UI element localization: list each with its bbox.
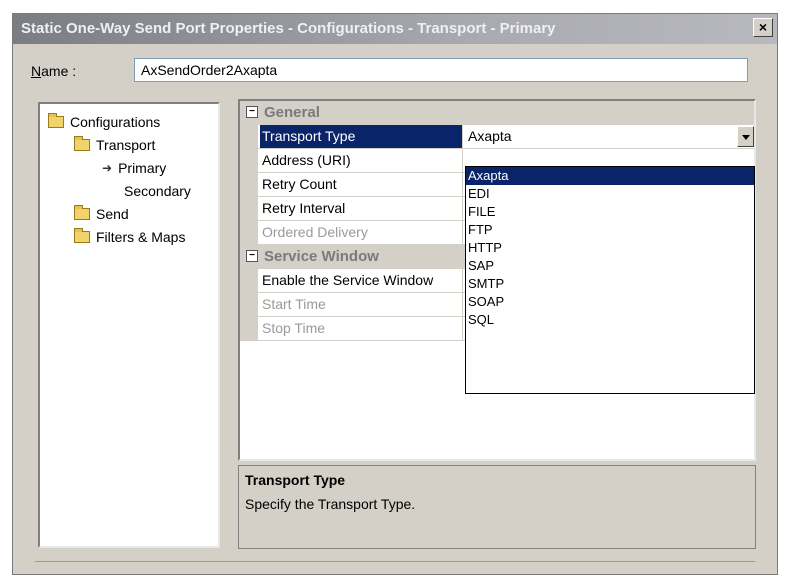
name-label-accelerator: N — [31, 63, 42, 79]
description-title: Transport Type — [245, 472, 346, 488]
dropdown-option-http[interactable]: HTTP — [466, 239, 754, 257]
row-gutter — [240, 269, 258, 292]
tree-item-configurations[interactable]: Configurations — [48, 113, 161, 130]
prop-name: Transport Type — [260, 125, 463, 148]
row-gutter — [240, 125, 258, 148]
tree-item-secondary[interactable]: Secondary — [124, 183, 191, 199]
dropdown-option-smtp[interactable]: SMTP — [466, 275, 754, 293]
name-input[interactable] — [134, 58, 748, 82]
row-gutter — [240, 149, 258, 172]
tree-item-label: Secondary — [124, 183, 191, 199]
name-label-rest: ame : — [41, 63, 77, 79]
dropdown-option-sql[interactable]: SQL — [466, 311, 754, 329]
description-text: Specify the Transport Type. — [245, 496, 416, 512]
folder-open-icon — [74, 136, 90, 151]
prop-row-transport-type[interactable]: Transport Type Axapta — [240, 125, 754, 149]
folder-icon — [74, 228, 90, 243]
tree-item-filters-maps[interactable]: Filters & Maps — [74, 228, 186, 245]
prop-name: Address (URI) — [260, 149, 463, 172]
tree-item-label: Transport — [96, 137, 156, 153]
row-gutter — [240, 317, 258, 340]
title-bar: Static One-Way Send Port Properties - Co… — [13, 14, 777, 44]
divider — [35, 561, 755, 562]
tree-item-primary[interactable]: ➜ Primary — [102, 160, 166, 176]
transport-type-select[interactable]: Axapta — [464, 125, 754, 148]
prop-name: Retry Count — [260, 173, 463, 196]
prop-name: Enable the Service Window — [260, 269, 463, 292]
dropdown-option-ftp[interactable]: FTP — [466, 221, 754, 239]
folder-open-icon — [48, 113, 64, 128]
configuration-tree: Configurations Transport ➜ Primary Secon… — [38, 102, 220, 548]
tree-item-transport[interactable]: Transport — [74, 136, 156, 153]
row-gutter — [240, 293, 258, 316]
properties-dialog: Static One-Way Send Port Properties - Co… — [12, 13, 778, 575]
row-gutter — [240, 221, 258, 244]
folder-icon — [74, 205, 90, 220]
category-general[interactable]: − General — [240, 101, 754, 125]
name-label: Name : — [31, 63, 76, 79]
row-gutter — [240, 197, 258, 220]
chevron-down-icon[interactable] — [737, 126, 754, 147]
prop-name: Stop Time — [260, 317, 463, 340]
prop-name: Ordered Delivery — [260, 221, 463, 244]
window-title: Static One-Way Send Port Properties - Co… — [21, 20, 556, 37]
arrow-icon: ➜ — [102, 161, 113, 175]
description-panel: Transport Type Specify the Transport Typ… — [238, 465, 756, 549]
collapse-icon[interactable]: − — [246, 250, 258, 263]
dropdown-option-edi[interactable]: EDI — [466, 185, 754, 203]
dropdown-option-axapta[interactable]: Axapta — [466, 167, 754, 185]
tree-item-label: Filters & Maps — [96, 229, 186, 245]
transport-type-dropdown-list: Axapta EDI FILE FTP HTTP SAP SMTP SOAP S… — [465, 166, 755, 394]
tree-item-label: Send — [96, 206, 129, 222]
dropdown-option-soap[interactable]: SOAP — [466, 293, 754, 311]
dropdown-option-sap[interactable]: SAP — [466, 257, 754, 275]
collapse-icon[interactable]: − — [246, 106, 258, 119]
prop-value: Axapta — [468, 128, 512, 144]
category-label: Service Window — [264, 248, 379, 265]
tree-item-send[interactable]: Send — [74, 205, 129, 222]
close-button[interactable]: × — [753, 18, 773, 37]
dropdown-option-file[interactable]: FILE — [466, 203, 754, 221]
tree-item-label: Configurations — [70, 114, 161, 130]
row-gutter — [240, 173, 258, 196]
prop-name: Retry Interval — [260, 197, 463, 220]
tree-item-label: Primary — [118, 160, 167, 176]
category-label: General — [264, 104, 320, 121]
prop-name: Start Time — [260, 293, 463, 316]
